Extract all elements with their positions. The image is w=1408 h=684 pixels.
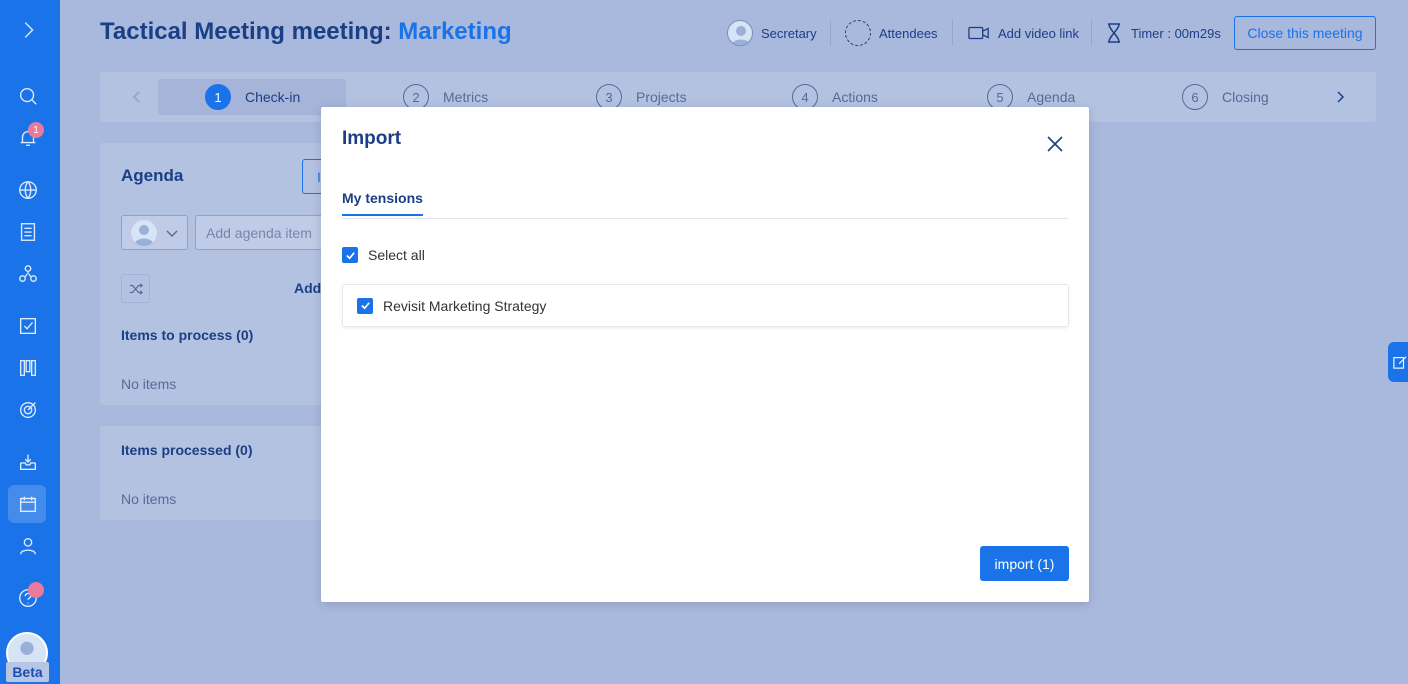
modal-title: Import	[342, 128, 402, 149]
select-all-checkbox[interactable]: Select all	[342, 247, 425, 263]
add-agenda-link[interactable]: Add	[294, 280, 321, 296]
step-label: Metrics	[443, 89, 489, 105]
timer-label: Timer : 00m29s	[1131, 25, 1221, 41]
tension-label: Revisit Marketing Strategy	[383, 297, 547, 314]
edit-feedback-tab[interactable]	[1388, 342, 1408, 382]
notification-badge: 1	[28, 122, 44, 138]
meeting-circle-link[interactable]: Marketing	[398, 18, 511, 45]
hourglass-icon	[1108, 23, 1120, 43]
target-icon[interactable]	[14, 396, 42, 424]
edit-icon	[1393, 356, 1407, 369]
page-title: Tactical Meeting meeting: Marketing	[100, 18, 512, 46]
expand-chevron-icon[interactable]	[14, 16, 42, 44]
import-modal: Import My tensions Select all Revisit Ma…	[321, 107, 1089, 602]
document-icon[interactable]	[14, 218, 42, 246]
attendees-placeholder-icon	[845, 20, 871, 46]
attendees-selector[interactable]: Attendees	[845, 20, 938, 46]
step-closing[interactable]: 6 Closing	[1182, 84, 1269, 110]
chevron-down-icon	[166, 230, 178, 237]
step-check-in[interactable]: 1 Check-in	[205, 84, 300, 110]
secretary-label: Secretary	[761, 25, 817, 41]
step-label: Actions	[832, 89, 878, 105]
close-meeting-button[interactable]: Close this meeting	[1234, 16, 1376, 50]
kanban-icon[interactable]	[14, 354, 42, 382]
sidebar: 1 Beta	[0, 0, 60, 684]
step-label: Closing	[1222, 89, 1269, 105]
secretary-avatar	[727, 20, 753, 46]
roles-icon[interactable]	[14, 260, 42, 288]
help-badge	[28, 582, 44, 598]
calendar-icon[interactable]	[14, 490, 42, 518]
tension-item[interactable]: Revisit Marketing Strategy	[342, 284, 1069, 327]
attendees-label: Attendees	[879, 25, 938, 41]
next-step-icon[interactable]	[1331, 88, 1349, 106]
divider	[1091, 20, 1092, 46]
step-label: Agenda	[1027, 89, 1076, 105]
items-processed-title: Items processed (0)	[121, 442, 253, 458]
step-number: 6	[1182, 84, 1208, 110]
members-icon[interactable]	[14, 532, 42, 560]
modal-tabs: My tensions	[342, 187, 1068, 219]
timer: Timer : 00m29s	[1106, 20, 1221, 46]
select-all-label: Select all	[368, 247, 425, 263]
checklist-icon[interactable]	[14, 312, 42, 340]
close-icon[interactable]	[1045, 134, 1065, 154]
shuffle-icon[interactable]	[121, 274, 150, 303]
step-number: 1	[205, 84, 231, 110]
add-video-link[interactable]: Add video link	[968, 20, 1079, 46]
previous-step-icon[interactable]	[128, 88, 146, 106]
owner-avatar	[131, 219, 157, 246]
checkbox-checked-icon[interactable]	[357, 297, 373, 314]
step-label: Check-in	[245, 89, 301, 105]
agenda-title: Agenda	[121, 166, 184, 185]
globe-icon[interactable]	[14, 176, 42, 204]
video-link-label: Add video link	[998, 25, 1079, 41]
no-items-text: No items	[121, 376, 177, 392]
divider	[830, 20, 831, 46]
tab-my-tensions[interactable]: My tensions	[342, 190, 423, 216]
import-submit-button[interactable]: import (1)	[980, 546, 1069, 581]
search-icon[interactable]	[14, 82, 42, 110]
secretary-selector[interactable]: Secretary	[727, 20, 817, 46]
step-label: Projects	[636, 89, 687, 105]
add-agenda-input[interactable]: Add agenda item	[195, 215, 335, 250]
divider	[952, 20, 953, 46]
beta-label: Beta	[6, 662, 49, 682]
checkbox-checked-icon	[342, 247, 358, 263]
agenda-owner-select[interactable]	[121, 215, 188, 250]
inbox-icon[interactable]	[14, 448, 42, 476]
video-camera-icon	[968, 26, 989, 40]
meeting-type: Tactical Meeting meeting:	[100, 18, 392, 45]
no-items-text: No items	[121, 491, 177, 507]
items-to-process-title: Items to process (0)	[121, 327, 254, 343]
